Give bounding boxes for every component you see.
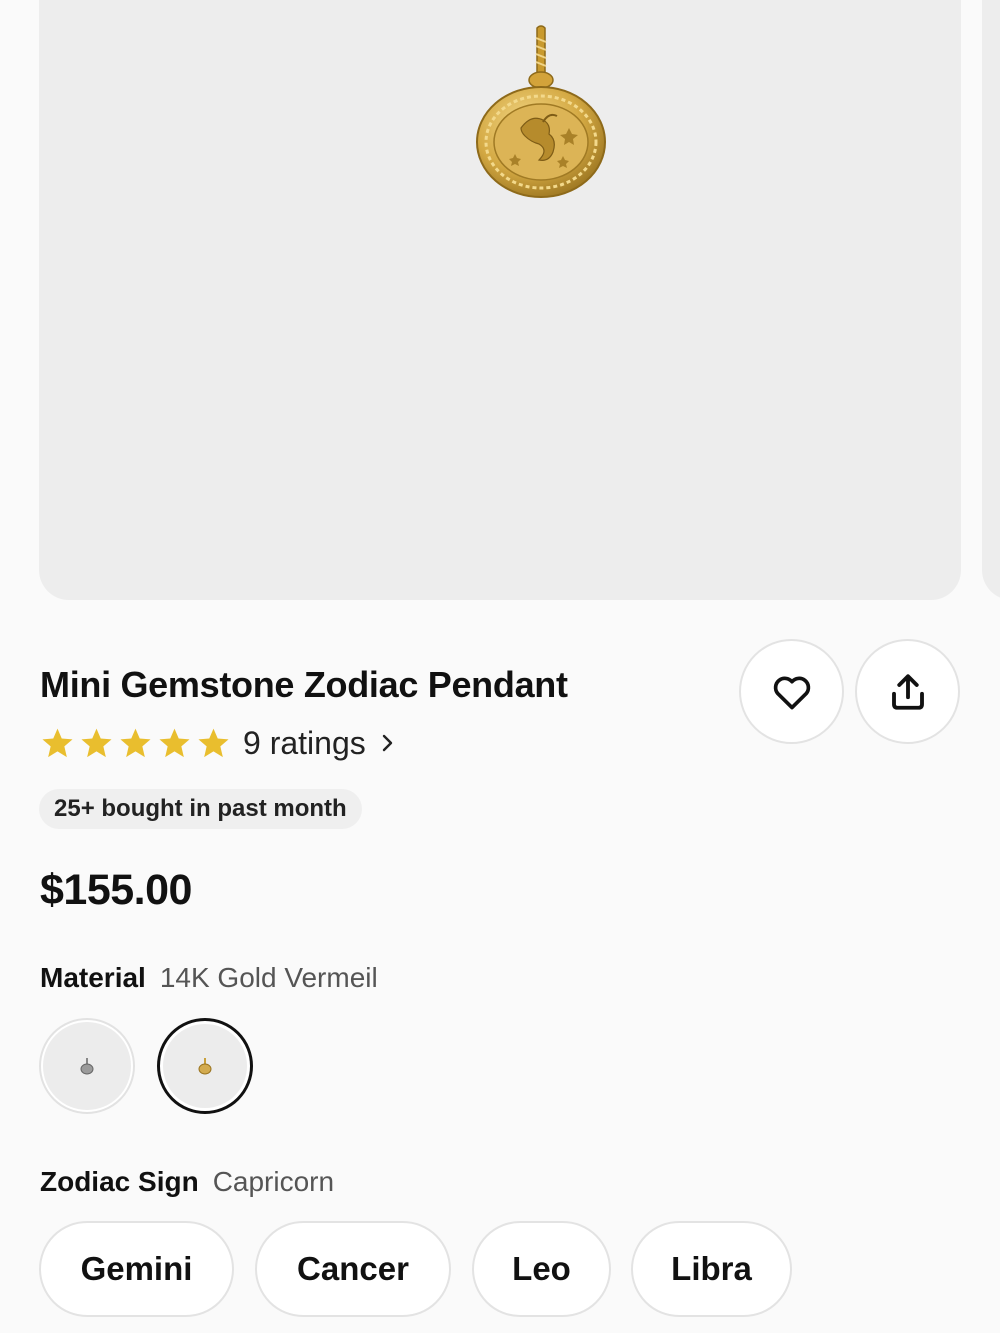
share-icon: [891, 673, 924, 710]
heart-icon: [773, 676, 810, 709]
star-icon: [120, 728, 151, 757]
material-swatch-silver[interactable]: [39, 1018, 135, 1114]
zodiac-option-cancer[interactable]: Cancer: [255, 1221, 451, 1317]
star-icon: [198, 728, 229, 757]
zodiac-label-row: Zodiac Sign Capricorn: [40, 1166, 334, 1198]
material-selected: 14K Gold Vermeil: [159, 962, 378, 993]
next-image-peek[interactable]: [982, 0, 1000, 600]
star-icon: [81, 728, 112, 757]
product-title: Mini Gemstone Zodiac Pendant: [40, 664, 568, 705]
star-icon: [159, 728, 190, 757]
zodiac-option-gemini[interactable]: Gemini: [39, 1221, 234, 1317]
material-swatch-gold[interactable]: [157, 1018, 253, 1114]
star-icon: [42, 728, 73, 757]
sales-badge: 25+ bought in past month: [39, 789, 362, 829]
zodiac-option-libra[interactable]: Libra: [631, 1221, 792, 1317]
zodiac-selected: Capricorn: [212, 1166, 335, 1197]
material-label: Material: [40, 962, 146, 993]
share-button[interactable]: [855, 639, 960, 744]
rating-link[interactable]: 9 ratings: [40, 722, 398, 764]
gold-pendant-thumbnail: [198, 1058, 212, 1075]
product-image[interactable]: [39, 0, 961, 600]
rating-count: 9 ratings: [243, 724, 366, 761]
price: $155.00: [40, 866, 192, 914]
zodiac-option-leo[interactable]: Leo: [472, 1221, 611, 1317]
favorite-button[interactable]: [739, 639, 844, 744]
pendant-image: [476, 25, 606, 198]
zodiac-label: Zodiac Sign: [40, 1166, 199, 1197]
product-page: Mini Gemstone Zodiac Pendant 9 ratings 2…: [0, 0, 1000, 1333]
star-rating: [40, 726, 231, 761]
material-label-row: Material 14K Gold Vermeil: [40, 962, 378, 994]
silver-pendant-thumbnail: [80, 1058, 94, 1075]
chevron-right-icon: [382, 734, 392, 752]
